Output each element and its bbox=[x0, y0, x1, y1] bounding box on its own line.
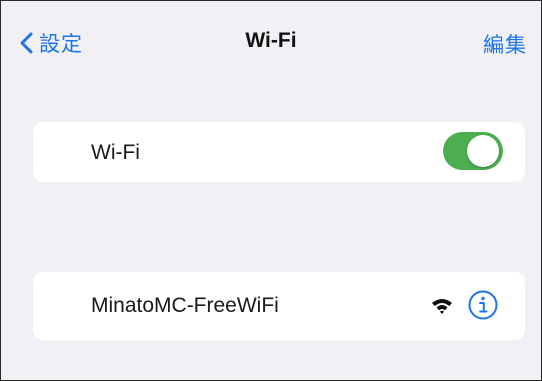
info-icon[interactable] bbox=[467, 289, 499, 321]
wifi-toggle-row: Wi-Fi bbox=[33, 122, 525, 182]
network-row[interactable]: MinatoMC-FreeWiFi bbox=[33, 272, 525, 340]
wifi-toggle-label: Wi-Fi bbox=[91, 141, 140, 164]
wifi-settings-screen: 設定 Wi-Fi 編集 Wi-Fi MinatoMC-FreeWiFi bbox=[0, 0, 542, 381]
wifi-signal-icon bbox=[432, 299, 452, 314]
wifi-toggle-switch[interactable] bbox=[443, 132, 503, 170]
toggle-knob bbox=[467, 135, 499, 167]
network-name: MinatoMC-FreeWiFi bbox=[91, 294, 279, 317]
page-title: Wi-Fi bbox=[245, 29, 297, 52]
navigation-bar: 設定 Wi-Fi 編集 bbox=[1, 1, 541, 81]
edit-button[interactable]: 編集 bbox=[483, 29, 527, 59]
